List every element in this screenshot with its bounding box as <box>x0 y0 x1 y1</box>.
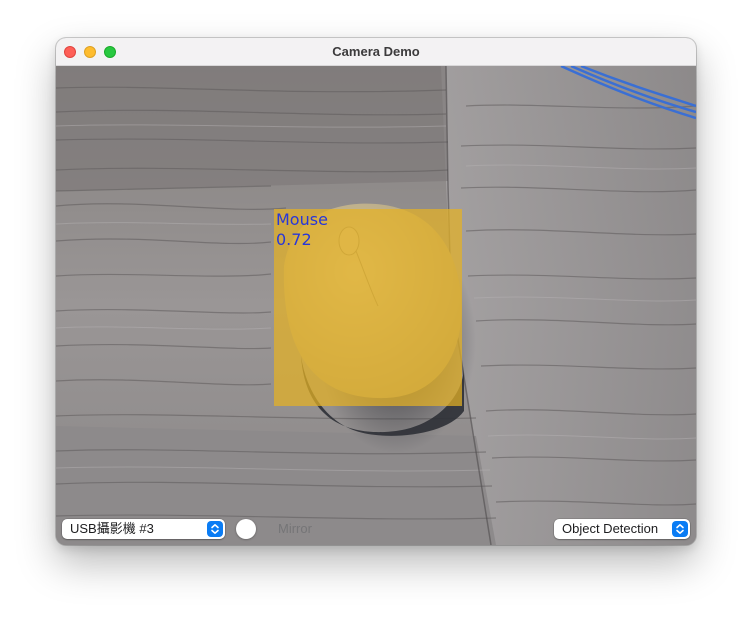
detection-mode-select[interactable]: Object Detection <box>554 519 690 539</box>
detection-score: 0.72 <box>276 230 312 249</box>
title-bar: Camera Demo <box>56 38 696 66</box>
detection-class: Mouse <box>276 210 328 229</box>
mirror-toggle[interactable] <box>236 519 256 539</box>
camera-source-value: USB攝影機 #3 <box>70 521 154 536</box>
detection-mode-value: Object Detection <box>562 521 659 536</box>
window-title: Camera Demo <box>332 44 420 59</box>
up-down-chevron-icon <box>672 521 688 537</box>
camera-demo-window: Camera Demo Mouse 0.72 USB攝影機 #3 Mirror … <box>56 38 696 545</box>
detection-label: Mouse 0.72 <box>276 210 328 250</box>
camera-source-select[interactable]: USB攝影機 #3 <box>62 519 225 539</box>
camera-preview: Mouse 0.72 USB攝影機 #3 Mirror Object Detec… <box>56 66 696 545</box>
up-down-chevron-icon <box>207 521 223 537</box>
mirror-label: Mirror <box>278 521 312 536</box>
